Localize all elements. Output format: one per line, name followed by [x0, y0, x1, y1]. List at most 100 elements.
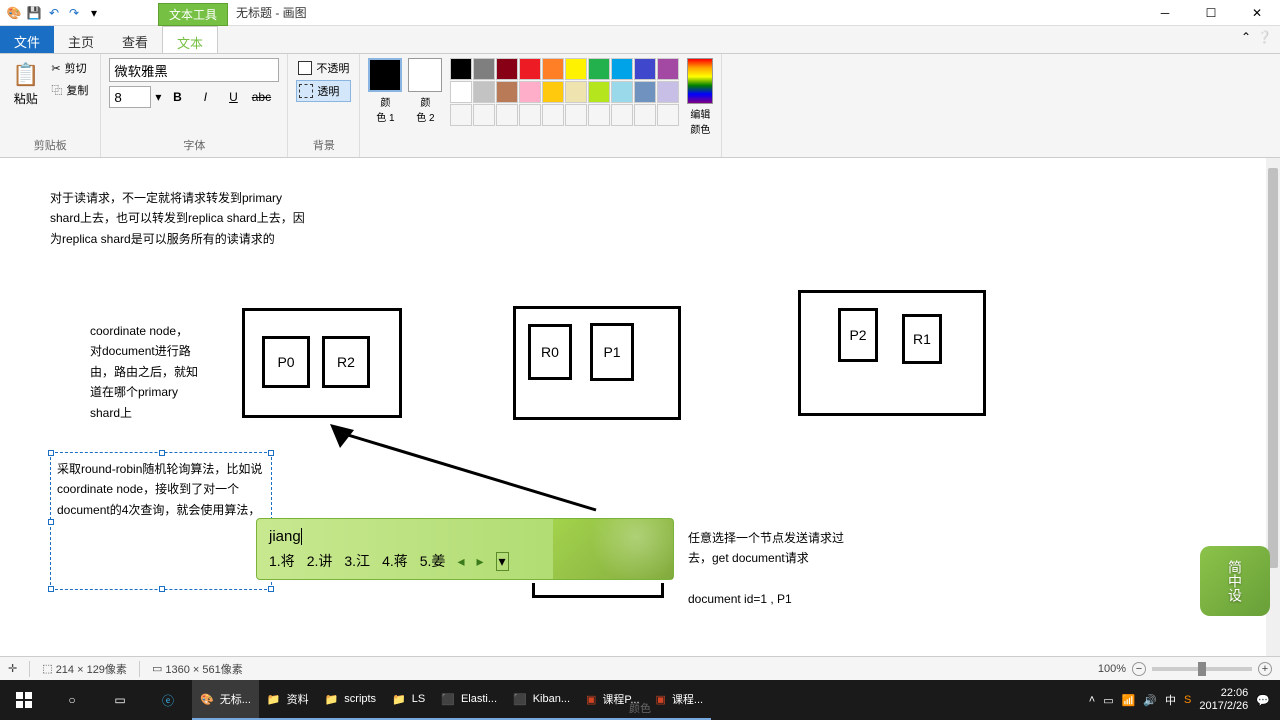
copy-button[interactable]: ⿻复制 — [47, 80, 92, 100]
palette-color[interactable] — [473, 81, 495, 103]
ime-prev-icon[interactable]: ◂ — [457, 553, 464, 570]
palette-empty[interactable] — [473, 104, 495, 126]
tray-up-icon[interactable]: ˄ — [1089, 694, 1095, 706]
ime-cand-3[interactable]: 3.江 — [344, 551, 370, 571]
resize-handle[interactable] — [48, 586, 54, 592]
palette-color[interactable] — [611, 58, 633, 80]
palette-color[interactable] — [519, 81, 541, 103]
taskview-button[interactable]: ▭ — [96, 680, 144, 720]
resize-handle[interactable] — [268, 586, 274, 592]
edit-colors-button[interactable]: 编辑 颜色 — [687, 58, 713, 136]
palette-empty[interactable] — [519, 104, 541, 126]
ime-dropdown-icon[interactable]: ▾ — [496, 552, 509, 571]
qat-dropdown-icon[interactable]: ▾ — [86, 5, 102, 21]
paste-button[interactable]: 📋 粘贴 — [8, 58, 43, 111]
transparent-option[interactable]: 透明 — [296, 80, 351, 102]
palette-color[interactable] — [450, 58, 472, 80]
task-app-elastic[interactable]: ⬛Elasti... — [433, 680, 505, 720]
palette-empty[interactable] — [542, 104, 564, 126]
tray-clock[interactable]: 22:06 2017/2/26 — [1199, 687, 1248, 713]
palette-empty[interactable] — [496, 104, 518, 126]
resize-handle[interactable] — [48, 450, 54, 456]
cut-button[interactable]: ✂剪切 — [47, 58, 92, 78]
task-app-folder1[interactable]: 📁资料 — [259, 680, 317, 720]
resize-handle[interactable] — [159, 450, 165, 456]
font-size-select[interactable] — [109, 86, 151, 108]
zoom-slider[interactable] — [1152, 667, 1252, 671]
italic-button[interactable]: I — [193, 86, 217, 108]
tab-view[interactable]: 查看 — [108, 26, 162, 53]
text-editing-box[interactable]: 采取round-robin随机轮询算法，比如说 coordinate node，… — [50, 452, 272, 590]
tray-wifi-icon[interactable]: 📶 — [1122, 694, 1136, 707]
palette-color[interactable] — [657, 81, 679, 103]
palette-color[interactable] — [634, 81, 656, 103]
close-button[interactable]: ✕ — [1234, 0, 1280, 26]
palette-color[interactable] — [542, 58, 564, 80]
task-app-folder2[interactable]: 📁scripts — [317, 680, 384, 720]
strike-button[interactable]: abc — [249, 86, 273, 108]
palette-color[interactable] — [473, 58, 495, 80]
resize-handle[interactable] — [268, 450, 274, 456]
palette-color[interactable] — [496, 81, 518, 103]
maximize-button[interactable]: ☐ — [1188, 0, 1234, 26]
cortana-button[interactable]: ○ — [48, 680, 96, 720]
resize-handle[interactable] — [159, 586, 165, 592]
tab-file[interactable]: 文件 — [0, 26, 54, 53]
ime-cand-4[interactable]: 4.蒋 — [382, 551, 408, 571]
color2-button[interactable]: 颜 色 2 — [408, 58, 442, 124]
task-app-paint[interactable]: 🎨无标... — [192, 680, 259, 720]
palette-color[interactable] — [611, 81, 633, 103]
help-icon[interactable]: ❔ — [1257, 30, 1272, 49]
minimize-button[interactable]: ─ — [1142, 0, 1188, 26]
task-app-ppt2[interactable]: ▣课程... — [648, 680, 712, 720]
ime-cand-1[interactable]: 1.将 — [269, 551, 295, 571]
font-family-select[interactable] — [109, 58, 279, 82]
palette-color[interactable] — [450, 81, 472, 103]
palette-empty[interactable] — [450, 104, 472, 126]
ime-cand-2[interactable]: 2.讲 — [307, 551, 333, 571]
task-app-ls[interactable]: 📁LS — [384, 680, 433, 720]
ime-next-icon[interactable]: ▸ — [476, 553, 483, 570]
edge-button[interactable]: ⓔ — [144, 680, 192, 720]
palette-color[interactable] — [588, 58, 610, 80]
palette-empty[interactable] — [588, 104, 610, 126]
zoom-thumb[interactable] — [1198, 662, 1206, 676]
ime-badge[interactable]: 简中设 — [1200, 546, 1270, 616]
ime-popup[interactable]: jiang 1.将 2.讲 3.江 4.蒋 5.姜 ◂ ▸ ▾ — [256, 518, 674, 580]
size-dropdown-icon[interactable]: ▾ — [155, 90, 161, 104]
ime-cand-5[interactable]: 5.姜 — [420, 551, 446, 571]
palette-empty[interactable] — [611, 104, 633, 126]
palette-color[interactable] — [496, 58, 518, 80]
palette-color[interactable] — [542, 81, 564, 103]
start-button[interactable] — [0, 680, 48, 720]
tray-ime-icon[interactable]: 中 — [1165, 692, 1176, 708]
color1-button[interactable]: 颜 色 1 — [368, 58, 402, 124]
redo-icon[interactable]: ↷ — [66, 5, 82, 21]
scrollbar-thumb[interactable] — [1268, 168, 1278, 568]
tray-volume-icon[interactable]: 🔊 — [1143, 694, 1157, 707]
underline-button[interactable]: U — [221, 86, 245, 108]
task-app-kibana[interactable]: ⬛Kiban... — [505, 680, 578, 720]
palette-empty[interactable] — [565, 104, 587, 126]
tab-text[interactable]: 文本 — [162, 26, 218, 53]
zoom-out-button[interactable]: − — [1132, 662, 1146, 676]
palette-color[interactable] — [588, 81, 610, 103]
palette-color[interactable] — [519, 58, 541, 80]
canvas[interactable]: 对于读请求，不一定就将请求转发到primary shard上去，也可以转发到re… — [0, 158, 1280, 656]
palette-empty[interactable] — [634, 104, 656, 126]
palette-empty[interactable] — [657, 104, 679, 126]
resize-handle[interactable] — [48, 519, 54, 525]
tray-notifications-icon[interactable]: 💬 — [1256, 694, 1270, 707]
opaque-option[interactable]: 不透明 — [296, 58, 351, 78]
palette-color[interactable] — [565, 58, 587, 80]
zoom-in-button[interactable]: + — [1258, 662, 1272, 676]
tray-battery-icon[interactable]: ▭ — [1103, 694, 1113, 707]
tab-home[interactable]: 主页 — [54, 26, 108, 53]
palette-color[interactable] — [565, 81, 587, 103]
tray-sogou-icon[interactable]: S — [1184, 694, 1191, 706]
bold-button[interactable]: B — [165, 86, 189, 108]
palette-color[interactable] — [634, 58, 656, 80]
collapse-icon[interactable]: ⌃ — [1241, 30, 1251, 49]
save-icon[interactable]: 💾 — [26, 5, 42, 21]
palette-color[interactable] — [657, 58, 679, 80]
